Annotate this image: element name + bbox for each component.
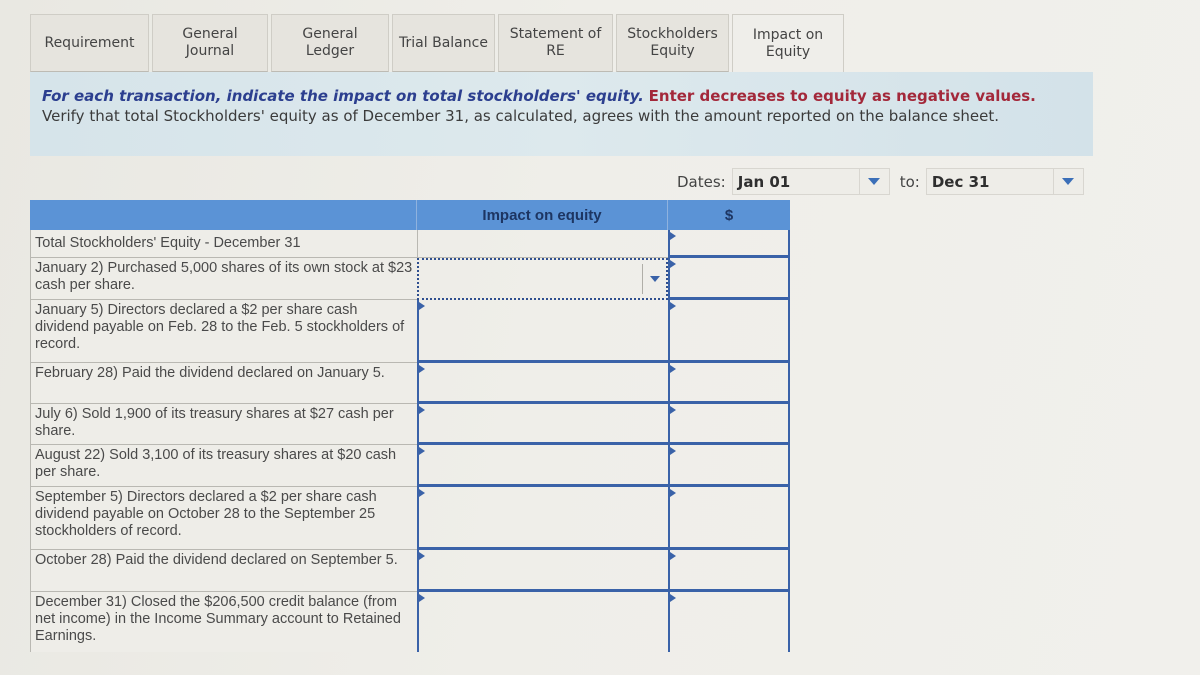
instruction-verify: Verify that total Stockholders' equity a… [42, 107, 1000, 125]
header-description [30, 200, 417, 230]
date-to-value: Dec 31 [931, 172, 990, 191]
table-row: October 28) Paid the dividend declared o… [30, 550, 790, 592]
page: Requirement General Journal General Ledg… [0, 0, 1200, 675]
chevron-down-icon [1062, 178, 1075, 185]
date-to-select[interactable]: Dec 31 [925, 168, 1084, 195]
impact-select[interactable] [417, 550, 668, 592]
impact-select[interactable] [417, 300, 668, 363]
row-description: December 31) Closed the $206,500 credit … [30, 592, 417, 652]
amount-input[interactable] [670, 230, 788, 255]
impact-cell [417, 230, 668, 258]
row-description: Total Stockholders' Equity - December 31 [30, 230, 417, 258]
impact-select[interactable] [417, 404, 668, 445]
table-row: July 6) Sold 1,900 of its treasury share… [30, 404, 790, 445]
impact-table: Impact on equity $ Total Stockholders' E… [30, 200, 790, 652]
impact-select[interactable] [417, 487, 668, 550]
instruction-negative-note: Enter decreases to equity as negative va… [648, 87, 1036, 105]
input-marker-icon [419, 594, 425, 602]
tab-label: Requirement [44, 34, 135, 51]
tab-label: General Journal [182, 26, 238, 59]
amount-input[interactable] [670, 550, 788, 589]
row-description: October 28) Paid the dividend declared o… [30, 550, 417, 592]
chevron-down-icon [649, 276, 660, 282]
table-row: January 2) Purchased 5,000 shares of its… [30, 258, 790, 300]
date-from-select[interactable]: Jan 01 [731, 168, 890, 195]
input-marker-icon [419, 489, 425, 497]
tab-label: Statement of RE [509, 26, 602, 59]
amount-input[interactable] [670, 363, 788, 401]
impact-select-arrow[interactable] [642, 264, 666, 294]
tab-statement-of-re[interactable]: Statement of RE [498, 14, 613, 72]
input-marker-icon [419, 365, 425, 373]
input-marker-icon [419, 302, 425, 310]
amount-input[interactable] [670, 487, 788, 547]
table-row: August 22) Sold 3,100 of its treasury sh… [30, 445, 790, 487]
impact-select[interactable] [417, 363, 668, 404]
amount-cell[interactable] [668, 445, 790, 487]
impact-select[interactable] [417, 592, 668, 652]
table-row: February 28) Paid the dividend declared … [30, 363, 790, 404]
instruction-main: For each transaction, indicate the impac… [42, 87, 644, 105]
amount-input[interactable] [670, 300, 788, 360]
table-row: January 5) Directors declared a $2 per s… [30, 300, 790, 363]
amount-input[interactable] [670, 404, 788, 442]
amount-cell[interactable] [668, 592, 790, 652]
amount-input[interactable] [670, 258, 788, 297]
instructions-panel: For each transaction, indicate the impac… [30, 72, 1093, 156]
date-to-arrow[interactable] [1052, 169, 1083, 194]
table-row: December 31) Closed the $206,500 credit … [30, 592, 790, 652]
tab-label: Stockholders Equity [627, 26, 718, 59]
tab-general-journal[interactable]: General Journal [152, 14, 268, 72]
tab-label: Impact on Equity [752, 27, 824, 60]
tab-trial-balance[interactable]: Trial Balance [392, 14, 495, 72]
amount-cell[interactable] [668, 300, 790, 363]
row-description: August 22) Sold 3,100 of its treasury sh… [30, 445, 417, 487]
date-range: Dates: Jan 01 to: Dec 31 [677, 168, 1084, 195]
tab-impact-on-equity[interactable]: Impact on Equity [732, 14, 844, 74]
to-label: to: [899, 172, 920, 191]
amount-cell[interactable] [668, 487, 790, 550]
input-marker-icon [419, 552, 425, 560]
row-description: September 5) Directors declared a $2 per… [30, 487, 417, 550]
row-description: July 6) Sold 1,900 of its treasury share… [30, 404, 417, 445]
chevron-down-icon [868, 178, 881, 185]
tab-stockholders-equity[interactable]: Stockholders Equity [616, 14, 729, 72]
date-from-arrow[interactable] [858, 169, 889, 194]
row-description: January 2) Purchased 5,000 shares of its… [30, 258, 417, 300]
header-amount: $ [724, 206, 734, 224]
amount-cell[interactable] [668, 363, 790, 404]
input-marker-icon [419, 406, 425, 414]
table-header: Impact on equity $ [30, 200, 790, 230]
row-description: January 5) Directors declared a $2 per s… [30, 300, 417, 363]
amount-cell[interactable] [668, 550, 790, 592]
tab-general-ledger[interactable]: General Ledger [271, 14, 389, 72]
amount-input[interactable] [670, 445, 788, 484]
dates-label: Dates: [677, 172, 726, 191]
amount-cell[interactable] [668, 404, 790, 445]
tab-requirement[interactable]: Requirement [30, 14, 149, 72]
tab-label: Trial Balance [399, 34, 488, 51]
amount-cell[interactable] [668, 230, 790, 258]
impact-select[interactable] [417, 445, 668, 487]
tab-label: General Ledger [302, 26, 358, 59]
header-impact: Impact on equity [417, 200, 668, 230]
amount-input[interactable] [670, 592, 788, 652]
row-description: February 28) Paid the dividend declared … [30, 363, 417, 404]
date-from-value: Jan 01 [737, 172, 791, 191]
impact-select[interactable] [417, 258, 668, 300]
tab-bar: Requirement General Journal General Ledg… [30, 14, 847, 74]
table-row: Total Stockholders' Equity - December 31 [30, 230, 790, 258]
amount-cell[interactable] [668, 258, 790, 300]
table-row: September 5) Directors declared a $2 per… [30, 487, 790, 550]
input-marker-icon [419, 447, 425, 455]
